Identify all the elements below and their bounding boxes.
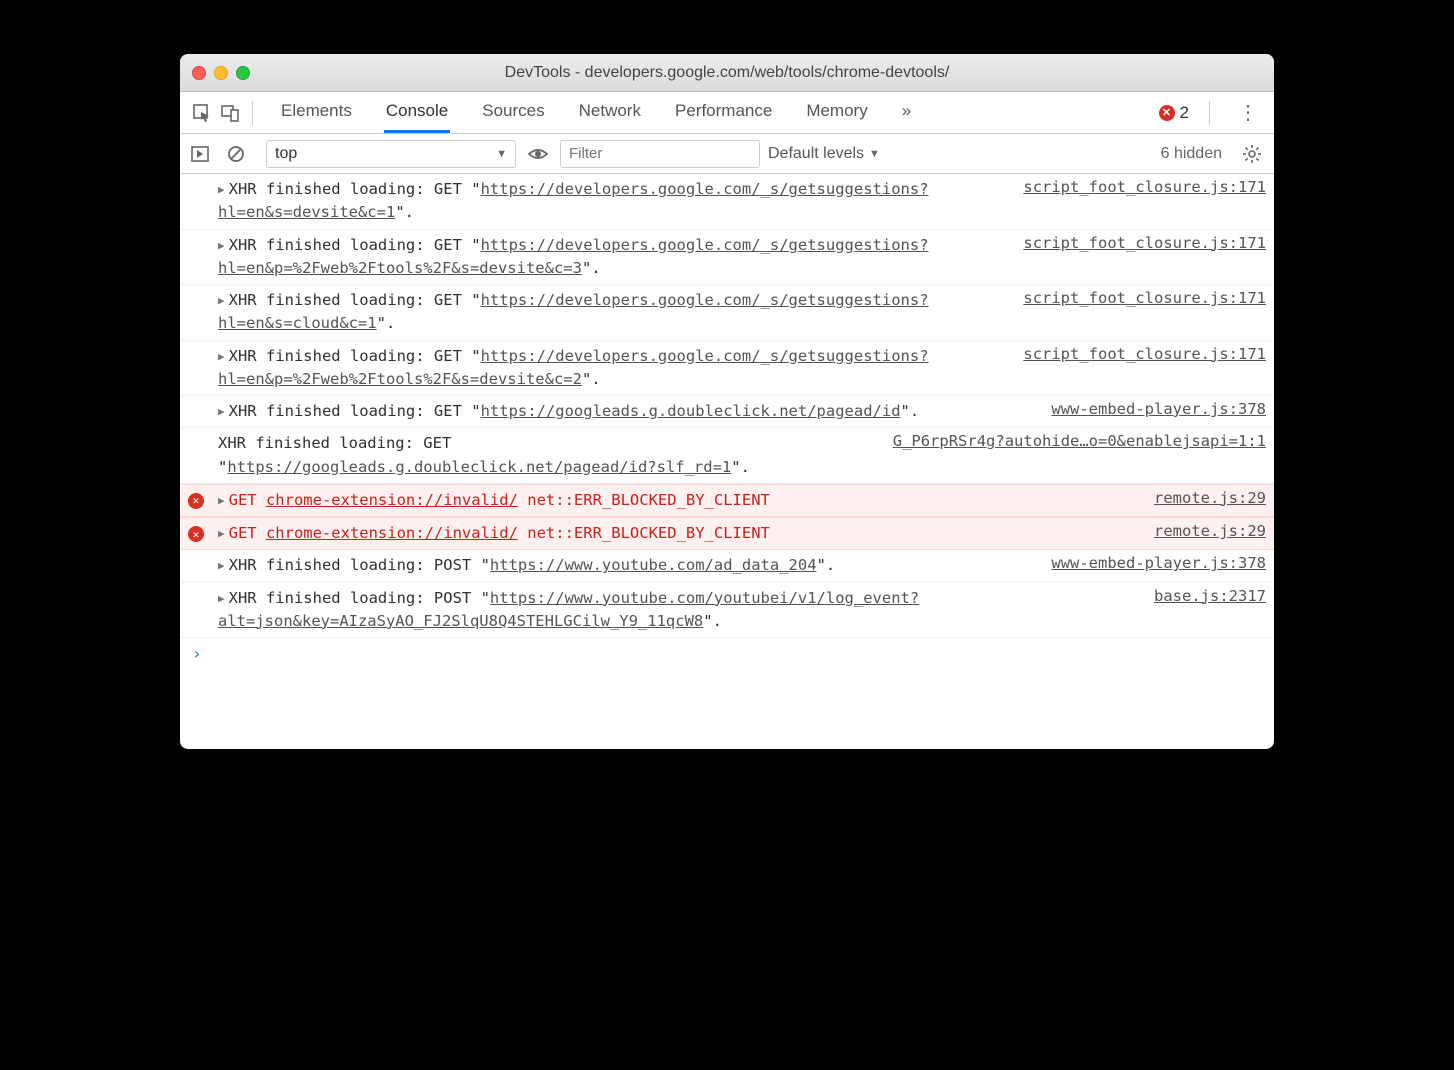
log-message: ▶XHR finished loading: GET "https://goog… (218, 400, 1039, 423)
console-row[interactable]: XHR finished loading: GET "https://googl… (180, 428, 1274, 484)
request-url[interactable]: https://googleads.g.doubleclick.net/page… (227, 458, 731, 476)
inspect-icon[interactable] (188, 99, 216, 127)
expand-icon[interactable]: ▶ (218, 182, 225, 199)
expand-icon[interactable]: ▶ (218, 591, 225, 608)
console-row[interactable]: ▶XHR finished loading: GET "https://deve… (180, 341, 1274, 397)
expand-icon[interactable]: ▶ (218, 493, 225, 510)
error-icon: ✕ (1159, 105, 1175, 121)
panel-tabs: Elements Console Sources Network Perform… (279, 92, 1159, 133)
source-link[interactable]: www-embed-player.js:378 (1051, 400, 1266, 418)
window-title: DevTools - developers.google.com/web/too… (180, 64, 1274, 82)
console-prompt[interactable]: › (180, 638, 1274, 669)
log-message: ▶XHR finished loading: GET "https://deve… (218, 234, 1011, 281)
device-toggle-icon[interactable] (216, 99, 244, 127)
log-levels-label: Default levels (768, 145, 864, 163)
console-row[interactable]: ▶XHR finished loading: GET "https://deve… (180, 174, 1274, 230)
source-link[interactable]: script_foot_closure.js:171 (1023, 289, 1266, 307)
tab-console[interactable]: Console (384, 92, 450, 133)
request-url[interactable]: https://www.youtube.com/ad_data_204 (490, 556, 817, 574)
tab-memory[interactable]: Memory (804, 92, 869, 133)
source-link[interactable]: www-embed-player.js:378 (1051, 554, 1266, 572)
console-row[interactable]: ▶XHR finished loading: GET "https://deve… (180, 285, 1274, 341)
error-count: 2 (1180, 103, 1189, 123)
expand-icon[interactable]: ▶ (218, 293, 225, 310)
log-message: ▶XHR finished loading: GET "https://deve… (218, 178, 1011, 225)
source-link[interactable]: script_foot_closure.js:171 (1023, 345, 1266, 363)
expand-icon[interactable]: ▶ (218, 404, 225, 421)
settings-menu-icon[interactable]: ⋮ (1230, 100, 1266, 125)
console-output: ▶XHR finished loading: GET "https://deve… (180, 174, 1274, 749)
tab-performance[interactable]: Performance (673, 92, 774, 133)
tabs-overflow[interactable]: » (900, 92, 913, 133)
chevron-down-icon: ▼ (496, 148, 507, 160)
tab-elements[interactable]: Elements (279, 92, 354, 133)
titlebar: DevTools - developers.google.com/web/too… (180, 54, 1274, 92)
console-row[interactable]: ✕ ▶GET chrome-extension://invalid/ net::E… (180, 517, 1274, 550)
expand-icon[interactable]: ▶ (218, 526, 225, 543)
source-link[interactable]: script_foot_closure.js:171 (1023, 234, 1266, 252)
source-link[interactable]: remote.js:29 (1154, 522, 1266, 540)
hidden-count[interactable]: 6 hidden (1161, 145, 1222, 163)
request-url[interactable]: chrome-extension://invalid/ (266, 524, 518, 542)
log-message: ▶XHR finished loading: GET "https://deve… (218, 345, 1011, 392)
log-message: ▶XHR finished loading: POST "https://www… (218, 554, 1039, 577)
gear-icon[interactable] (1242, 144, 1262, 164)
source-link[interactable]: remote.js:29 (1154, 489, 1266, 507)
tab-network[interactable]: Network (577, 92, 643, 133)
error-count-badge[interactable]: ✕ 2 (1159, 103, 1189, 123)
log-message: ▶XHR finished loading: POST "https://www… (218, 587, 1142, 634)
console-row[interactable]: ✕ ▶GET chrome-extension://invalid/ net::E… (180, 484, 1274, 517)
expand-icon[interactable]: ▶ (218, 349, 225, 366)
console-row[interactable]: ▶XHR finished loading: POST "https://www… (180, 583, 1274, 639)
expand-icon[interactable]: ▶ (218, 558, 225, 575)
source-link[interactable]: base.js:2317 (1154, 587, 1266, 605)
log-levels-selector[interactable]: Default levels ▼ (768, 145, 880, 163)
clear-console-icon[interactable] (222, 140, 250, 168)
chevron-down-icon: ▼ (869, 148, 880, 160)
log-message: ▶GET chrome-extension://invalid/ net::ER… (218, 489, 1142, 512)
console-row[interactable]: ▶XHR finished loading: GET "https://deve… (180, 230, 1274, 286)
devtools-window: DevTools - developers.google.com/web/too… (180, 54, 1274, 749)
context-value: top (275, 145, 297, 163)
source-link[interactable]: G_P6rpRSr4g?autohide…o=0&enablejsapi=1:1 (893, 432, 1266, 450)
tab-bar: Elements Console Sources Network Perform… (180, 92, 1274, 134)
error-icon: ✕ (188, 526, 204, 542)
console-toolbar: top ▼ Default levels ▼ 6 hidden (180, 134, 1274, 174)
context-selector[interactable]: top ▼ (266, 140, 516, 168)
log-message: ▶XHR finished loading: GET "https://deve… (218, 289, 1011, 336)
filter-input[interactable] (560, 140, 760, 168)
expand-icon[interactable]: ▶ (218, 238, 225, 255)
request-url[interactable]: https://googleads.g.doubleclick.net/page… (481, 402, 901, 420)
error-icon: ✕ (188, 493, 204, 509)
live-expression-icon[interactable] (524, 140, 552, 168)
console-row[interactable]: ▶XHR finished loading: GET "https://goog… (180, 396, 1274, 428)
tab-sources[interactable]: Sources (480, 92, 546, 133)
log-message: ▶GET chrome-extension://invalid/ net::ER… (218, 522, 1142, 545)
console-row[interactable]: ▶XHR finished loading: POST "https://www… (180, 550, 1274, 582)
request-url[interactable]: chrome-extension://invalid/ (266, 491, 518, 509)
toggle-sidebar-icon[interactable] (186, 140, 214, 168)
log-message: XHR finished loading: GET "https://googl… (218, 432, 881, 479)
source-link[interactable]: script_foot_closure.js:171 (1023, 178, 1266, 196)
